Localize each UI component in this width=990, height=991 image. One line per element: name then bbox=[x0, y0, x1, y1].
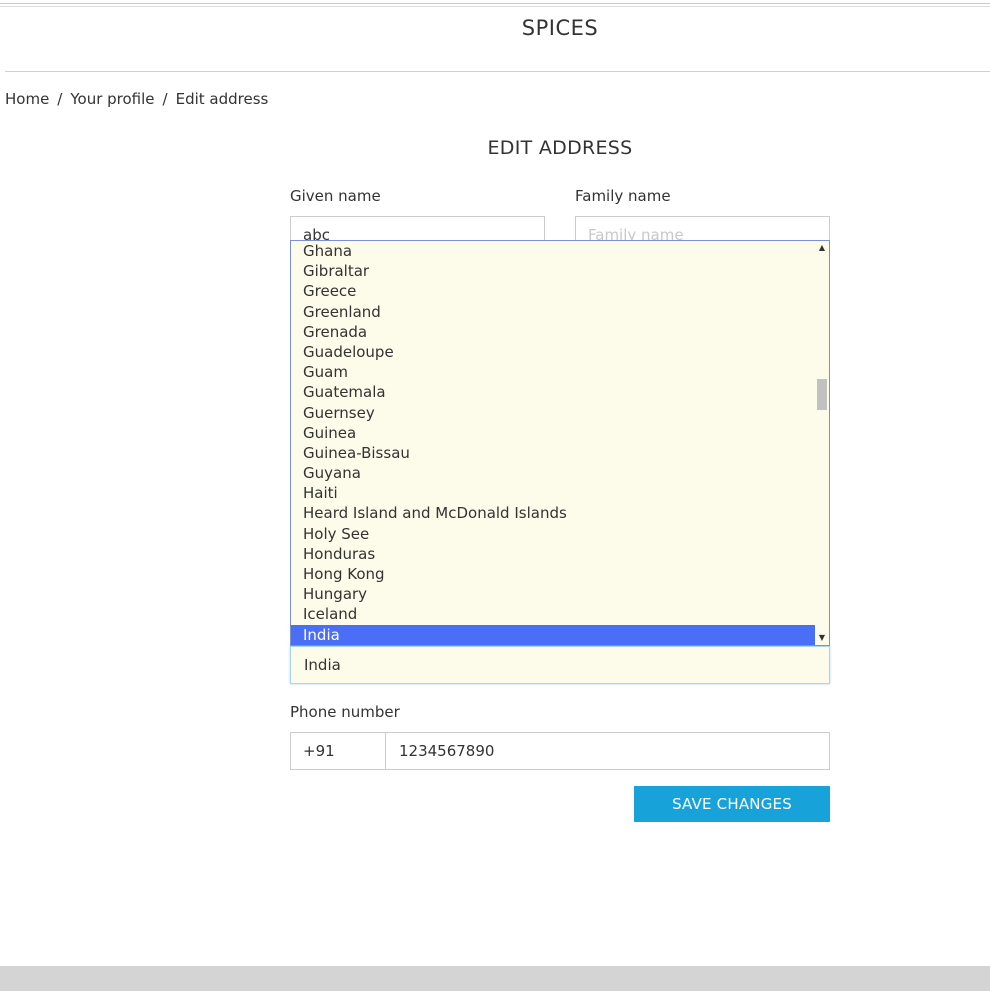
country-option[interactable]: Gibraltar bbox=[291, 261, 815, 281]
breadcrumb-separator: / bbox=[162, 90, 168, 108]
breadcrumb-current: Edit address bbox=[175, 90, 269, 108]
page-title: EDIT ADDRESS bbox=[487, 137, 633, 159]
scrollbar-thumb[interactable] bbox=[817, 379, 827, 410]
triangle-up-icon[interactable]: ▲ bbox=[815, 241, 829, 255]
country-option[interactable]: Haiti bbox=[291, 483, 815, 503]
country-option[interactable]: Iceland bbox=[291, 604, 815, 624]
triangle-down-icon[interactable]: ▼ bbox=[815, 631, 829, 645]
brand-title[interactable]: SPICES bbox=[0, 16, 990, 40]
country-option[interactable]: Guatemala bbox=[291, 382, 815, 402]
country-option[interactable]: India bbox=[291, 624, 815, 645]
country-option[interactable]: Guadeloupe bbox=[291, 342, 815, 362]
family-name-label: Family name bbox=[575, 187, 671, 205]
phone-code-input[interactable]: +91 bbox=[290, 732, 386, 770]
header-divider bbox=[5, 71, 990, 72]
phone-number-label: Phone number bbox=[290, 703, 400, 721]
country-option[interactable]: Guam bbox=[291, 362, 815, 382]
top-border-inner bbox=[0, 6, 990, 7]
save-changes-button[interactable]: SAVE CHANGES bbox=[634, 786, 830, 822]
footer-bar bbox=[0, 966, 990, 991]
given-name-label: Given name bbox=[290, 187, 381, 205]
country-option[interactable]: Guinea-Bissau bbox=[291, 443, 815, 463]
country-option[interactable]: Greece bbox=[291, 281, 815, 301]
country-option[interactable]: Honduras bbox=[291, 544, 815, 564]
breadcrumb-your-profile[interactable]: Your profile bbox=[70, 90, 154, 108]
country-option[interactable]: Greenland bbox=[291, 302, 815, 322]
country-option[interactable]: Heard Island and McDonald Islands bbox=[291, 503, 815, 523]
breadcrumb-separator: / bbox=[57, 90, 63, 108]
country-option[interactable]: Hungary bbox=[291, 584, 815, 604]
country-option[interactable]: Hong Kong bbox=[291, 564, 815, 584]
top-border bbox=[0, 3, 990, 4]
country-options: Ghana Gibraltar Greece Greenland Grenada Guad… bbox=[291, 241, 815, 645]
country-select[interactable]: India bbox=[290, 646, 830, 684]
country-option[interactable]: Guyana bbox=[291, 463, 815, 483]
country-option[interactable]: Holy See bbox=[291, 524, 815, 544]
dropdown-scrollbar[interactable]: ▲ ▼ bbox=[815, 241, 829, 645]
country-option[interactable]: Guernsey bbox=[291, 403, 815, 423]
phone-number-input[interactable]: 1234567890 bbox=[385, 732, 830, 770]
country-option[interactable]: Guinea bbox=[291, 423, 815, 443]
breadcrumb-home[interactable]: Home bbox=[5, 90, 49, 108]
breadcrumb: Home / Your profile / Edit address bbox=[5, 90, 268, 108]
country-option[interactable]: Ghana bbox=[291, 241, 815, 261]
country-dropdown-list: Ghana Gibraltar Greece Greenland Grenada Guad… bbox=[290, 240, 830, 646]
country-option[interactable]: Grenada bbox=[291, 322, 815, 342]
